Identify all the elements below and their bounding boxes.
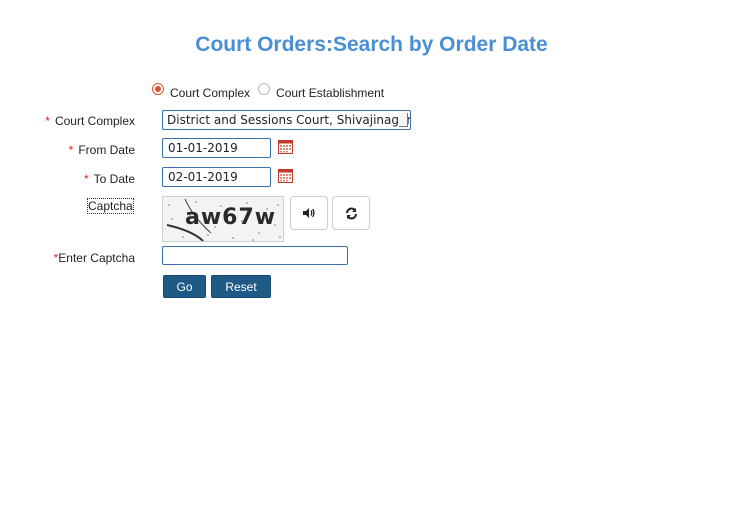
- from-date-label: * From Date: [40, 143, 135, 157]
- captcha-image: aw67w: [162, 196, 284, 242]
- refresh-icon: [345, 207, 357, 219]
- from-date-value: 01-01-2019: [168, 141, 238, 155]
- to-date-value: 02-01-2019: [168, 170, 238, 184]
- reset-button[interactable]: Reset: [211, 275, 271, 298]
- calendar-icon[interactable]: [278, 139, 293, 154]
- court-complex-select-value: District and Sessions Court, Shivajinaga…: [167, 113, 411, 127]
- calendar-icon[interactable]: [278, 168, 293, 183]
- from-date-input[interactable]: 01-01-2019: [162, 138, 271, 158]
- to-date-input[interactable]: 02-01-2019: [162, 167, 271, 187]
- court-establishment-radio[interactable]: [258, 83, 271, 95]
- enter-captcha-label-text: Enter Captcha: [58, 251, 135, 265]
- from-date-label-text: From Date: [78, 143, 135, 157]
- court-establishment-radio-label[interactable]: Court Establishment: [276, 86, 384, 100]
- court-complex-radio[interactable]: [152, 83, 164, 95]
- required-mark: *: [45, 114, 50, 128]
- page-title: Court Orders:Search by Order Date: [195, 33, 548, 56]
- captcha-refresh-button[interactable]: [332, 196, 370, 230]
- to-date-label-text: To Date: [93, 172, 135, 186]
- captcha-label: Captcha: [87, 198, 134, 214]
- captcha-audio-button[interactable]: [290, 196, 328, 230]
- court-complex-select[interactable]: District and Sessions Court, Shivajinaga…: [162, 110, 411, 130]
- court-complex-radio-label[interactable]: Court Complex: [170, 86, 250, 100]
- volume-icon: [303, 208, 315, 218]
- enter-captcha-input[interactable]: [162, 246, 348, 265]
- required-mark: *: [83, 172, 89, 186]
- enter-captcha-label: *Enter Captcha: [40, 251, 135, 265]
- select-resize-handle: [399, 113, 408, 127]
- court-complex-label: * Court Complex: [40, 114, 135, 128]
- to-date-label: * To Date: [40, 172, 135, 186]
- search-type-radio-group: Court Complex Court Establishment: [152, 83, 392, 100]
- court-complex-label-text: Court Complex: [54, 114, 135, 128]
- captcha-text: aw67w: [185, 205, 277, 230]
- go-button[interactable]: Go: [163, 275, 206, 298]
- required-mark: *: [68, 143, 74, 157]
